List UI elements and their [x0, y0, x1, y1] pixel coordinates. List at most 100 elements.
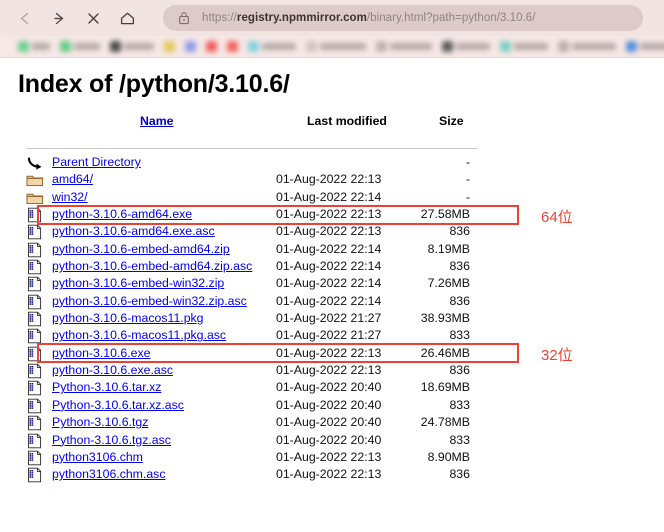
file-size: 836 — [449, 467, 470, 482]
bookmarks-bar[interactable] — [0, 36, 664, 57]
file-link[interactable]: win32/ — [52, 190, 88, 204]
bookmark-item[interactable] — [500, 40, 548, 54]
forward-button[interactable] — [42, 3, 76, 33]
bookmark-label — [640, 43, 664, 50]
bookmark-item[interactable] — [110, 40, 154, 54]
home-button[interactable] — [110, 3, 144, 33]
file-size: 26.46MB — [420, 345, 470, 360]
file-link[interactable]: Python-3.10.6.tar.xz.asc — [52, 398, 184, 412]
bookmark-favicon-icon — [626, 41, 637, 52]
table-row: python-3.10.6-macos11.pkg.asc 01-Aug-2022… — [26, 327, 506, 344]
bookmark-item[interactable] — [206, 40, 217, 54]
file-link[interactable]: python-3.10.6-embed-amd64.zip.asc — [52, 259, 252, 273]
annotation-label: 64位 — [541, 208, 573, 226]
binary-file-icon — [26, 450, 44, 466]
table-row: amd64/01-Aug-2022 22:13 - — [26, 171, 506, 188]
bookmark-item[interactable] — [626, 40, 664, 54]
file-size: 7.26MB — [427, 276, 470, 291]
bookmark-favicon-icon — [306, 41, 317, 52]
binary-file-icon — [26, 207, 44, 223]
bookmark-label — [456, 43, 490, 50]
table-row: Python-3.10.6.tgz 01-Aug-2022 20:40 24.78M… — [26, 414, 506, 431]
binary-file-icon — [26, 433, 44, 449]
file-link[interactable]: python-3.10.6-embed-amd64.zip — [52, 242, 230, 256]
table-row: python-3.10.6.exe 01-Aug-2022 22:13 26.46M… — [26, 345, 506, 362]
file-link[interactable]: python-3.10.6-embed-win32.zip — [52, 276, 224, 290]
bookmark-label — [124, 43, 154, 50]
file-link[interactable]: Python-3.10.6.tgz — [52, 415, 148, 429]
binary-file-icon — [26, 363, 44, 379]
file-link[interactable]: Python-3.10.6.tgz.asc — [52, 433, 171, 447]
file-modified: 01-Aug-2022 22:13 — [276, 224, 382, 239]
binary-file-icon — [26, 380, 44, 396]
table-row: python-3.10.6.exe.asc 01-Aug-2022 22:13 83… — [26, 362, 506, 379]
binary-file-icon — [26, 224, 44, 240]
file-link[interactable]: python-3.10.6-macos11.pkg — [52, 311, 204, 325]
bookmark-label — [32, 43, 50, 50]
table-row: python-3.10.6-embed-amd64.zip 01-Aug-2022… — [26, 241, 506, 258]
column-header-size[interactable]: Size — [439, 114, 464, 128]
binary-file-icon — [26, 467, 44, 483]
bookmark-favicon-icon — [248, 41, 259, 52]
file-modified: 01-Aug-2022 22:13 — [276, 363, 382, 378]
file-link[interactable]: amd64/ — [52, 172, 93, 186]
bookmark-item[interactable] — [248, 40, 296, 54]
file-size: 833 — [449, 328, 470, 343]
column-header-name[interactable]: Name — [140, 114, 174, 128]
table-row: Python-3.10.6.tar.xz 01-Aug-2022 20:40 18.… — [26, 379, 506, 396]
bookmark-label — [514, 43, 548, 50]
back-button[interactable] — [8, 3, 42, 33]
listing-header-divider — [26, 148, 478, 149]
bookmark-favicon-icon — [558, 41, 569, 52]
bookmark-item[interactable] — [227, 40, 238, 54]
page-title: Index of /python/3.10.6/ — [18, 70, 290, 98]
bookmark-item[interactable] — [60, 40, 100, 54]
file-link[interactable]: python3106.chm — [52, 450, 143, 464]
bookmark-favicon-icon — [500, 41, 511, 52]
bookmark-item[interactable] — [376, 40, 432, 54]
bookmark-item[interactable] — [18, 40, 50, 54]
folder-icon — [26, 172, 44, 188]
column-header-last-modified[interactable]: Last modified — [307, 114, 387, 128]
file-modified: 01-Aug-2022 22:14 — [276, 259, 382, 274]
home-icon — [119, 10, 136, 27]
file-link[interactable]: Python-3.10.6.tar.xz — [52, 380, 161, 394]
bookmark-item[interactable] — [306, 40, 366, 54]
file-modified: 01-Aug-2022 22:14 — [276, 241, 382, 256]
file-link[interactable]: python-3.10.6-amd64.exe.asc — [52, 224, 215, 238]
table-row: win32/01-Aug-2022 22:14 - — [26, 189, 506, 206]
file-size: 833 — [449, 397, 470, 412]
file-link[interactable]: python-3.10.6.exe.asc — [52, 363, 173, 377]
file-modified: 01-Aug-2022 22:13 — [276, 172, 382, 187]
file-link[interactable]: python-3.10.6-amd64.exe — [52, 207, 192, 221]
file-link[interactable]: python-3.10.6.exe — [52, 346, 150, 360]
url-bar[interactable]: https://registry.npmmirror.com/binary.ht… — [163, 5, 643, 31]
bookmark-label — [390, 43, 432, 50]
binary-file-icon — [26, 328, 44, 344]
bookmark-item[interactable] — [164, 40, 175, 54]
table-row: python-3.10.6-amd64.exe.asc 01-Aug-2022 2… — [26, 223, 506, 240]
binary-file-icon — [26, 415, 44, 431]
bookmark-item[interactable] — [558, 40, 616, 54]
back-icon — [17, 10, 34, 27]
table-row: python-3.10.6-embed-win32.zip 01-Aug-2022… — [26, 275, 506, 292]
bookmark-favicon-icon — [376, 41, 387, 52]
file-link[interactable]: python-3.10.6-macos11.pkg.asc — [52, 328, 226, 342]
file-modified: 01-Aug-2022 21:27 — [276, 328, 382, 343]
file-link[interactable]: python-3.10.6-embed-win32.zip.asc — [52, 294, 247, 308]
file-modified: 01-Aug-2022 22:13 — [276, 449, 382, 464]
table-row: Parent Directory - — [26, 154, 506, 171]
file-modified: 01-Aug-2022 20:40 — [276, 380, 382, 395]
file-link[interactable]: Parent Directory — [52, 155, 141, 169]
bookmark-item[interactable] — [185, 40, 196, 54]
folder-icon — [26, 190, 44, 206]
file-link[interactable]: python3106.chm.asc — [52, 467, 165, 481]
stop-button[interactable] — [76, 3, 110, 33]
bookmark-favicon-icon — [185, 41, 196, 52]
file-modified: 01-Aug-2022 22:13 — [276, 467, 382, 482]
bookmark-favicon-icon — [206, 41, 217, 52]
file-size: 836 — [449, 293, 470, 308]
bookmark-label — [572, 43, 616, 50]
binary-file-icon — [26, 346, 44, 362]
bookmark-item[interactable] — [442, 40, 490, 54]
